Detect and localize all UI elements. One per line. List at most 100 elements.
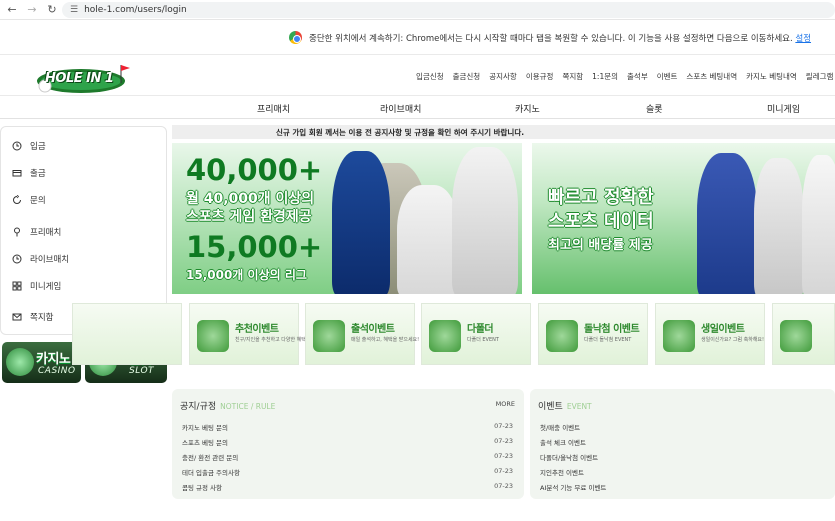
menu-notice[interactable]: 공지사항: [489, 71, 517, 82]
event-card-attendance[interactable]: 출석이벤트 매일 출석하고, 혜택을 받으세요!: [305, 303, 419, 365]
banner1-num1: 40,000+: [186, 153, 323, 187]
banner2-line1: 빠르고 정확한: [548, 187, 654, 208]
notice-row-date: 07-23: [494, 452, 513, 460]
clock-icon: [12, 254, 22, 264]
announcement-text: 신규 가입 회원 께서는 이용 전 공지사항 및 규정을 확인 하여 주시기 바…: [276, 127, 525, 137]
menu-attendance[interactable]: 출석부: [627, 71, 648, 82]
cat-prematch[interactable]: 프리매치: [257, 102, 290, 115]
menu-casino-history[interactable]: 카지노 베팅내역: [746, 71, 797, 82]
cat-casino[interactable]: 카지노: [515, 102, 540, 115]
ball-icon: [429, 320, 461, 352]
top-menu: 입금신청 출금신청 공지사항 이용규정 쪽지함 1:1문의 출석부 이벤트 스포…: [416, 71, 835, 82]
clock-icon: [12, 141, 22, 151]
notice-settings-link[interactable]: 설정: [795, 34, 811, 44]
cat-live[interactable]: 라이브매치: [380, 102, 421, 115]
event-card-partial[interactable]: [72, 303, 182, 365]
player-image: [697, 153, 757, 294]
player-image: [802, 155, 835, 294]
notice-row[interactable]: 테더 입출금 주의사항: [182, 467, 240, 477]
banner2-line2: 스포츠 데이터: [548, 211, 654, 232]
hole-in-1-logo[interactable]: HOLE IN 1: [35, 61, 131, 95]
address-bar[interactable]: ☰ hole-1.com/users/login: [62, 2, 835, 18]
category-nav: 프리매치 라이브매치 카지노 슬롯 미니게임: [0, 97, 835, 119]
mail-icon: [12, 313, 22, 321]
banner-sports-count[interactable]: 40,000+ 월 40,000개 이상의 스포츠 게임 환경제공 15,000…: [172, 143, 522, 294]
event-panel: 이벤트 EVENT 첫/매충 이벤트 출석 체크 이벤트 다폴더/올낙첨 이벤트 …: [530, 389, 835, 499]
present-icon: [663, 320, 695, 352]
notice-panel: 공지/규정 NOTICE / RULE MORE 카지노 베팅 문의 07-23 …: [172, 389, 524, 499]
banner1-line3: 15,000개 이상의 리그: [186, 268, 307, 282]
event-panel-title: 이벤트: [538, 402, 563, 412]
reload-icon[interactable]: ↻: [44, 2, 60, 18]
event-row[interactable]: AI분석 기능 무료 이벤트: [540, 482, 606, 492]
player-image: [332, 151, 390, 294]
card-icon: [12, 170, 22, 177]
menu-messages[interactable]: 쪽지함: [562, 71, 583, 82]
event-carousel: 추천이벤트 친구/지인을 추천하고 다양한 혜택을 받으세요! 출석이벤트 매일…: [72, 303, 835, 366]
event-card-multifolder[interactable]: 다폴더 다폴더 EVENT: [421, 303, 531, 365]
grid-icon: [12, 281, 22, 291]
event-card-referral[interactable]: 추천이벤트 친구/지인을 추천하고 다양한 혜택을 받으세요!: [189, 303, 332, 365]
notice-text: 중단한 위치에서 계속하기: Chrome에서는 다시 시작할 때마다 탭을 복…: [309, 34, 793, 44]
hands-icon: [197, 320, 229, 352]
banner1-line2: 스포츠 게임 환경제공: [186, 209, 312, 225]
casino-chip-icon: [6, 348, 34, 376]
player-image: [452, 147, 518, 294]
menu-sports-history[interactable]: 스포츠 베팅내역: [686, 71, 737, 82]
casino-button[interactable]: 카지노 CASINO: [2, 342, 81, 383]
chrome-icon: [289, 31, 302, 44]
notice-row-date: 07-23: [494, 437, 513, 445]
menu-deposit[interactable]: 입금신청: [416, 71, 444, 82]
event-panel-title-en: EVENT: [566, 402, 592, 411]
gift-icon: [313, 320, 345, 352]
pin-icon: [14, 227, 20, 237]
notice-row[interactable]: 충전/ 환전 관련 문의: [182, 452, 238, 462]
event-card-lose[interactable]: 돌낙첨 이벤트 다폴더 돌낙첨 EVENT: [538, 303, 648, 365]
sidebar-item-withdraw[interactable]: 출금: [12, 166, 46, 180]
logo-text: HOLE IN 1: [45, 71, 114, 86]
sidebar-item-deposit[interactable]: 입금: [12, 139, 46, 153]
notice-row[interactable]: 카지노 베팅 문의: [182, 422, 228, 432]
event-row[interactable]: 출석 체크 이벤트: [540, 437, 586, 447]
notice-more-link[interactable]: MORE: [496, 400, 515, 408]
ball-icon: [546, 320, 578, 352]
announcement-bar: 신규 가입 회원 께서는 이용 전 공지사항 및 규정을 확인 하여 주시기 바…: [172, 125, 835, 139]
event-row[interactable]: 다폴더/올낙첨 이벤트: [540, 452, 598, 462]
url-text: hole-1.com/users/login: [84, 5, 187, 15]
notice-row[interactable]: 콤팅 규정 사항: [182, 482, 222, 492]
menu-telegram[interactable]: 릴레그램 문의: [806, 71, 835, 82]
cat-minigame[interactable]: 미니게임: [767, 102, 800, 115]
back-icon[interactable]: ←: [4, 2, 20, 18]
event-row[interactable]: 첫/매충 이벤트: [540, 422, 580, 432]
forward-icon[interactable]: →: [24, 2, 40, 18]
cat-slot[interactable]: 슬롯: [646, 102, 663, 115]
notice-panel-title: 공지/규정: [180, 402, 217, 412]
refresh-icon: [13, 195, 21, 204]
notice-row-date: 07-23: [494, 482, 513, 490]
sidebar-item-minigame[interactable]: 미니게임: [12, 279, 61, 293]
notice-row[interactable]: 스포츠 베팅 문의: [182, 437, 228, 447]
event-card-partial[interactable]: [772, 303, 835, 365]
banner1-num2: 15,000+: [186, 230, 323, 264]
banner-sports-data[interactable]: 빠르고 정확한 스포츠 데이터 최고의 배당률 제공: [532, 143, 835, 294]
player-image: [397, 185, 459, 294]
menu-withdraw[interactable]: 출금신청: [453, 71, 481, 82]
menu-events[interactable]: 이벤트: [657, 71, 678, 82]
menu-rules[interactable]: 이용규정: [526, 71, 554, 82]
event-row[interactable]: 지인추천 이벤트: [540, 467, 584, 477]
sidebar-item-live[interactable]: 라이브매치: [12, 252, 69, 266]
sidebar-item-inquiry[interactable]: 문의: [12, 193, 46, 207]
event-card-birthday[interactable]: 생일이벤트 생일이신가요? 그럼 축하해요!: [655, 303, 765, 365]
notice-row-date: 07-23: [494, 422, 513, 430]
player-image: [754, 158, 804, 294]
chrome-restore-notice: 중단한 위치에서 계속하기: Chrome에서는 다시 시작할 때마다 탭을 복…: [0, 21, 835, 53]
site-header: HOLE IN 1 입금신청 출금신청 공지사항 이용규정 쪽지함 1:1문의 …: [0, 54, 835, 96]
site-settings-icon[interactable]: ☰: [70, 5, 78, 15]
sidebar-item-prematch[interactable]: 프리매치: [12, 225, 61, 239]
banner2-line3: 최고의 배당률 제공: [548, 238, 653, 253]
banner1-line1: 월 40,000개 이상의: [186, 191, 315, 207]
notice-row-date: 07-23: [494, 467, 513, 475]
menu-inquiry[interactable]: 1:1문의: [592, 71, 618, 82]
percent-icon: [780, 320, 812, 352]
sidebar-item-messages[interactable]: 쪽지함: [12, 310, 53, 324]
